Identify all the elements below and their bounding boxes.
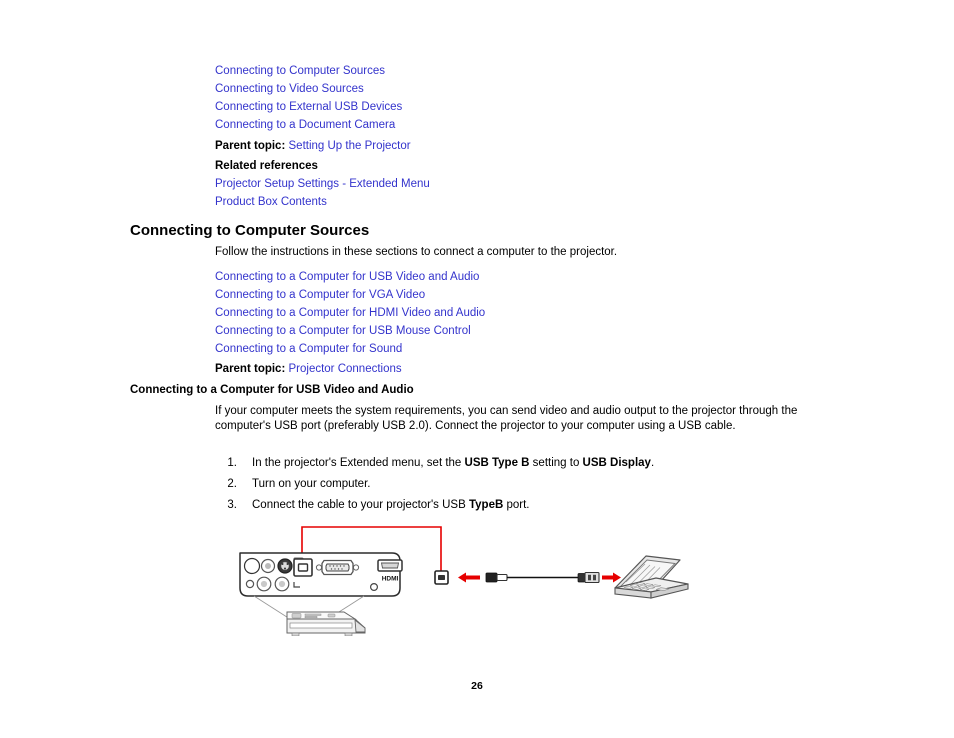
top-link-list: Connecting to Computer Sources Connectin… — [215, 62, 402, 134]
hdmi-port-label: HDMI — [382, 576, 399, 583]
usb-cable — [485, 571, 600, 584]
panel-indicator-hole — [370, 582, 379, 591]
section-intro-text: Follow the instructions in these section… — [215, 246, 618, 258]
subsection-body-block: If your computer meets the system requir… — [130, 404, 811, 433]
step-item-3: 3. Connect the cable to your projector's … — [215, 495, 654, 516]
link-connecting-to-external-usb-devices[interactable]: Connecting to External USB Devices — [215, 98, 402, 116]
usb-type-b-icon-enlarged — [434, 570, 449, 585]
link-projector-connections[interactable]: Projector Connections — [289, 363, 402, 375]
step-number-1: 1. — [227, 457, 237, 469]
step-item-2: 2. Turn on your computer. — [215, 474, 654, 495]
related-references-block: Related references Projector Setup Setti… — [130, 157, 430, 211]
subsection-heading-block: Connecting to a Computer for USB Video a… — [130, 382, 414, 398]
link-computer-usb-mouse-control[interactable]: Connecting to a Computer for USB Mouse C… — [215, 322, 485, 340]
usb-type-b-port — [293, 558, 313, 577]
document-page: Connecting to Computer Sources Connectin… — [0, 0, 954, 738]
link-computer-hdmi-video-and-audio[interactable]: Connecting to a Computer for HDMI Video … — [215, 304, 485, 322]
link-projector-setup-settings-extended-menu[interactable]: Projector Setup Settings - Extended Menu — [215, 175, 430, 193]
arrow-left-icon — [458, 572, 480, 583]
link-setting-up-the-projector[interactable]: Setting Up the Projector — [289, 140, 411, 152]
vga-port — [315, 559, 360, 576]
subsection-body-text: If your computer meets the system requir… — [215, 405, 798, 432]
steps-block: 1. In the projector's Extended menu, set … — [130, 453, 654, 516]
related-references-heading: Related references — [215, 160, 318, 172]
parent-topic-block-2: Parent topic: Projector Connections — [130, 360, 402, 378]
link-connecting-to-video-sources[interactable]: Connecting to Video Sources — [215, 80, 402, 98]
parent-topic-label-2: Parent topic: — [215, 363, 286, 375]
link-connecting-to-computer-sources[interactable]: Connecting to Computer Sources — [215, 62, 402, 80]
steps-list: 1. In the projector's Extended menu, set … — [215, 453, 654, 516]
link-computer-usb-video-and-audio[interactable]: Connecting to a Computer for USB Video a… — [215, 268, 485, 286]
link-computer-vga-video[interactable]: Connecting to a Computer for VGA Video — [215, 286, 485, 304]
section-connecting-to-computer-sources: Connecting to Computer Sources — [130, 221, 369, 241]
page-title: Connecting to Computer Sources — [130, 222, 370, 239]
parent-topic-line-2: Parent topic: Projector Connections — [215, 360, 402, 378]
section-link-list: Connecting to a Computer for USB Video a… — [215, 268, 485, 358]
step-text-1: In the projector's Extended menu, set th… — [252, 457, 655, 469]
step-text-2: Turn on your computer. — [252, 478, 371, 490]
arrow-right-icon — [602, 572, 621, 583]
related-references-links: Projector Setup Settings - Extended Menu… — [215, 175, 430, 211]
step-number-2: 2. — [227, 478, 237, 490]
projector-body — [286, 611, 366, 636]
step-item-1: 1. In the projector's Extended menu, set … — [215, 453, 654, 474]
parent-topic-line: Parent topic: Setting Up the Projector — [215, 137, 411, 155]
step-text-3: Connect the cable to your projector's US… — [252, 499, 530, 511]
laptop-computer — [614, 555, 689, 599]
parent-topic-label: Parent topic: — [215, 140, 286, 152]
link-product-box-contents[interactable]: Product Box Contents — [215, 193, 430, 211]
link-computer-sound[interactable]: Connecting to a Computer for Sound — [215, 340, 485, 358]
connection-diagram: HDMI — [232, 516, 702, 636]
section-intro: Follow the instructions in these section… — [130, 245, 811, 260]
parent-topic-block-1: Parent topic: Setting Up the Projector — [130, 137, 411, 155]
subsection-title: Connecting to a Computer for USB Video a… — [130, 384, 414, 396]
page-number: 26 — [471, 680, 483, 692]
step-number-3: 3. — [227, 499, 237, 511]
link-connecting-to-a-document-camera[interactable]: Connecting to a Document Camera — [215, 116, 402, 134]
